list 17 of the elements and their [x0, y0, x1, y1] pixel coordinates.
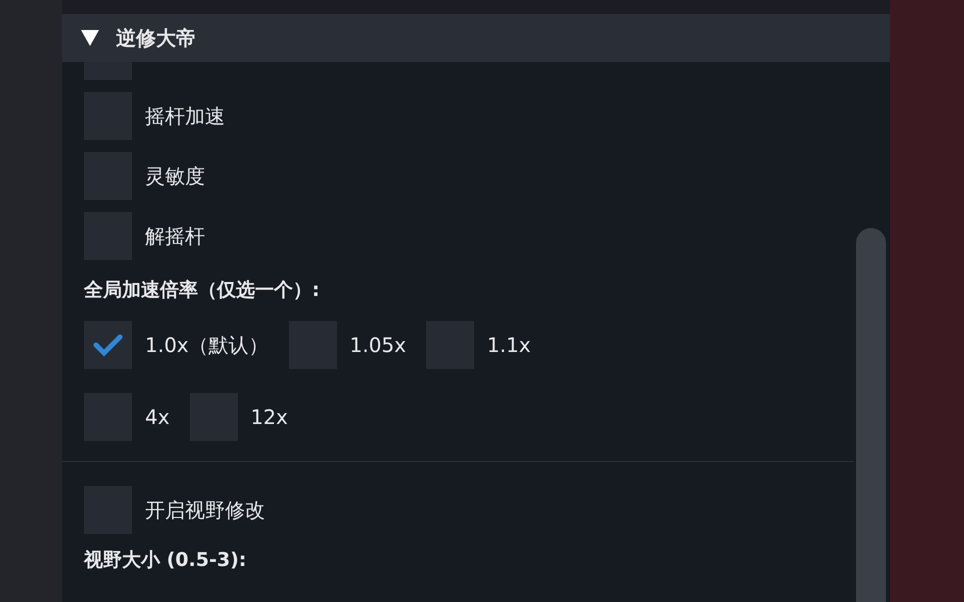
option-label: 1.0x（默认） [145, 332, 269, 358]
section-label: 视野大小 (0.5-3): [84, 548, 248, 572]
option-label: 1.1x [487, 332, 531, 358]
option-label: 4x [145, 404, 170, 430]
checkbox-label: 开启视野修改 [145, 496, 265, 524]
checkbox[interactable] [84, 320, 132, 368]
window-title-bar[interactable]: 逆修大帝 [62, 14, 890, 62]
scrollbar-thumb[interactable] [856, 228, 886, 602]
section-label: 全局加速倍率（仅选一个）: [84, 278, 321, 303]
checkbox-label: 解摇杆 [145, 223, 205, 250]
collapse-triangle-icon [80, 29, 100, 47]
option-label: 12x [250, 404, 288, 430]
checkmark-icon [93, 332, 123, 356]
window-title: 逆修大帝 [116, 25, 196, 52]
option-label: 1.05x [350, 332, 406, 358]
checkbox-label: 灵敏度 [145, 163, 205, 190]
checkbox-label: 摇杆加速 [145, 103, 225, 130]
